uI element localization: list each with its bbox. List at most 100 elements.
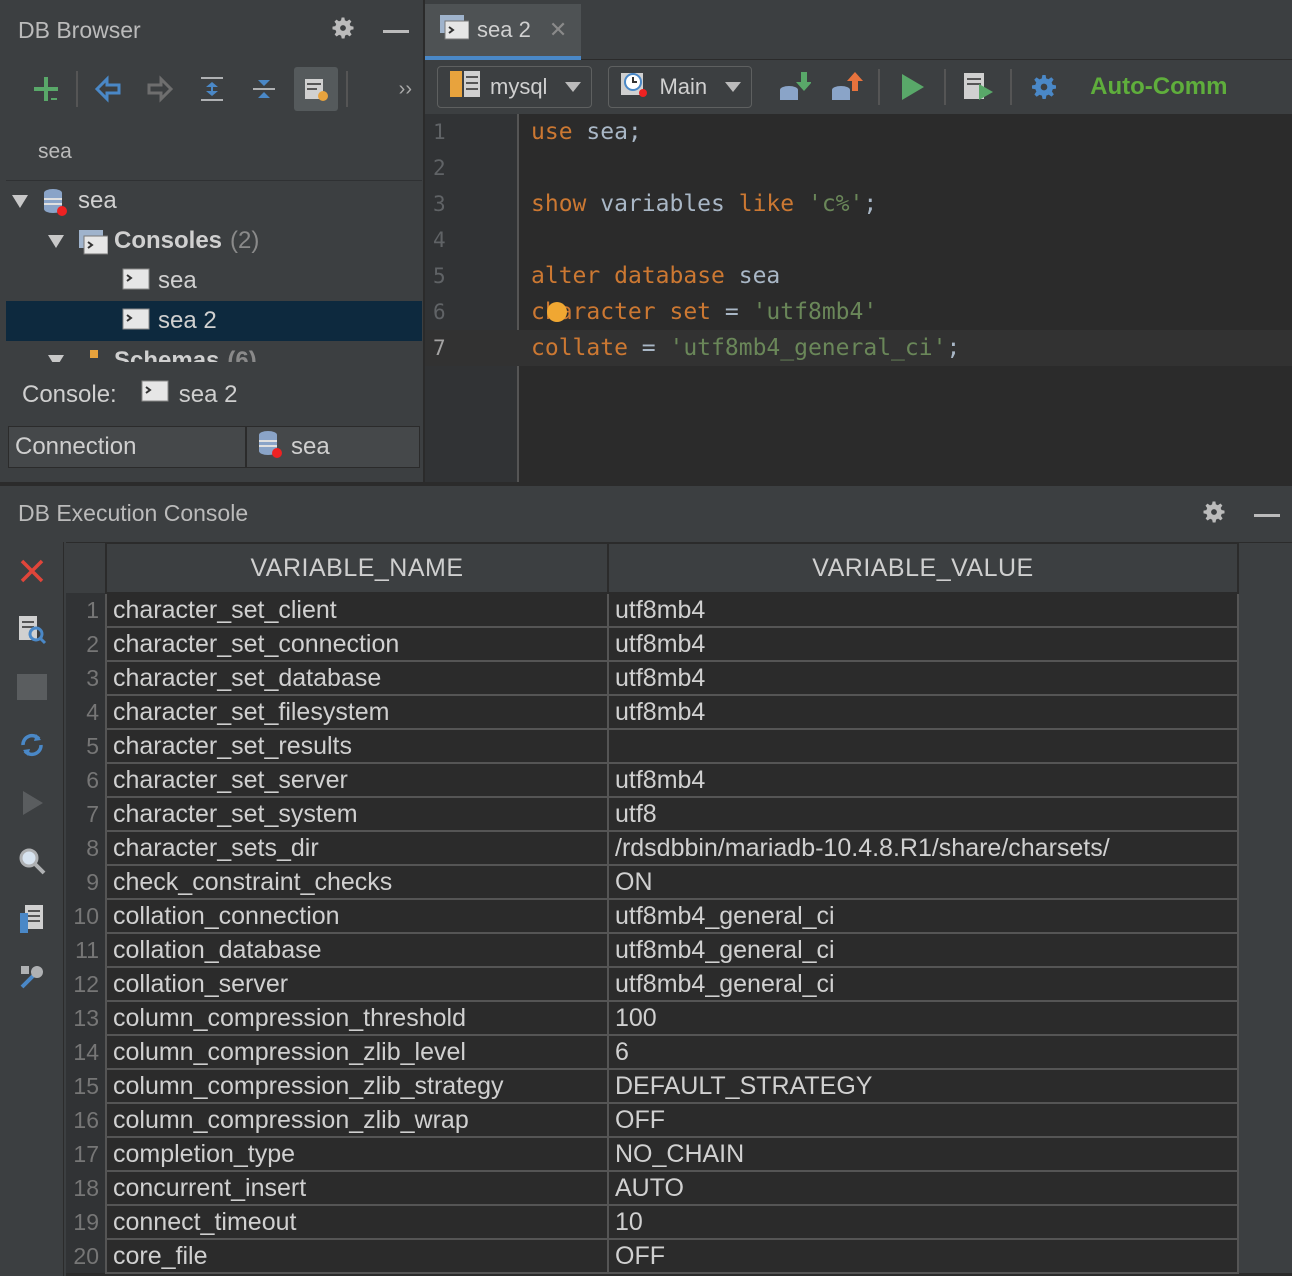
cell-variable-name[interactable]: column_compression_zlib_level	[105, 1034, 609, 1070]
cell-variable-value[interactable]: utf8mb4	[607, 762, 1239, 798]
cell-variable-name[interactable]: collation_server	[105, 966, 609, 1002]
add-connection-button[interactable]	[20, 67, 72, 111]
cell-variable-name[interactable]: character_set_filesystem	[105, 694, 609, 730]
code-line[interactable]: 2	[425, 150, 1292, 186]
cell-variable-value[interactable]: NO_CHAIN	[607, 1136, 1239, 1172]
table-row[interactable]: 4 character_set_filesystem utf8mb4	[66, 694, 1292, 730]
table-row[interactable]: 8 character_sets_dir/rdsdbbin/mariadb-10.…	[66, 830, 1292, 866]
intention-bulb-icon[interactable]	[547, 302, 567, 322]
code-lines[interactable]: 1 use sea; 2 3 show variables like 'c%'; 4 5 al…	[425, 114, 1292, 366]
stop-button[interactable]	[0, 658, 64, 716]
table-row[interactable]: 5 character_set_results	[66, 728, 1292, 764]
table-row[interactable]: 19 connect_timeout 10	[66, 1204, 1292, 1240]
cell-variable-value[interactable]: utf8mb4	[607, 626, 1239, 662]
cell-variable-name[interactable]: core_file	[105, 1238, 609, 1274]
cell-variable-value[interactable]: utf8mb4	[607, 592, 1239, 628]
cell-variable-name[interactable]: column_compression_threshold	[105, 1000, 609, 1036]
cell-variable-value[interactable]: OFF	[607, 1238, 1239, 1274]
cell-variable-value[interactable]: utf8mb4_general_ci	[607, 966, 1239, 1002]
cell-variable-name[interactable]: connect_timeout	[105, 1204, 609, 1240]
code-line[interactable]: 7 collate = 'utf8mb4_general_ci';	[425, 330, 1292, 366]
expand-triangle-icon[interactable]	[48, 354, 64, 362]
cell-variable-value[interactable]: utf8mb4	[607, 694, 1239, 730]
expand-triangle-icon[interactable]	[12, 194, 28, 208]
cell-variable-name[interactable]: character_set_connection	[105, 626, 609, 662]
table-row[interactable]: 12 collation_server utf8mb4_general_ci	[66, 966, 1292, 1002]
cell-variable-name[interactable]: check_constraint_checks	[105, 864, 609, 900]
tree-item-schemas[interactable]: Schemas (6)	[6, 341, 422, 362]
code-line[interactable]: 6 character set = 'utf8mb4'	[425, 294, 1292, 330]
table-row[interactable]: 10 collation_connection utf8mb4_general_ci	[66, 898, 1292, 934]
tree-item-connection[interactable]: sea	[6, 181, 422, 221]
code-line[interactable]: 3 show variables like 'c%';	[425, 186, 1292, 222]
connection-selector[interactable]: mysql	[437, 66, 593, 108]
collapse-all-button[interactable]	[238, 67, 290, 111]
cell-variable-value[interactable]: OFF	[607, 1102, 1239, 1138]
table-row[interactable]: 15 column_compression_zlib_strategy DEFAUL…	[66, 1068, 1292, 1104]
execute-statement-button[interactable]	[886, 65, 938, 109]
table-row[interactable]: 9 check_constraint_checks ON	[66, 864, 1292, 900]
cell-variable-name[interactable]: character_set_system	[105, 796, 609, 832]
table-row[interactable]: 11 collation_database utf8mb4_general_ci	[66, 932, 1292, 968]
navigate-back-button[interactable]	[82, 67, 134, 111]
table-row[interactable]: 20 core_file OFF	[66, 1238, 1292, 1274]
cell-variable-value[interactable]: utf8mb4_general_ci	[607, 932, 1239, 968]
code-line[interactable]: 5 alter database sea	[425, 258, 1292, 294]
editor-settings-button[interactable]	[1018, 65, 1070, 109]
cell-variable-value[interactable]: /rdsdbbin/mariadb-10.4.8.R1/share/charse…	[607, 830, 1239, 866]
minimize-icon[interactable]	[383, 29, 409, 33]
show-object-properties-button[interactable]	[294, 67, 338, 111]
table-row[interactable]: 13 column_compression_threshold 100	[66, 1000, 1292, 1036]
cell-variable-name[interactable]: column_compression_zlib_strategy	[105, 1068, 609, 1104]
cell-variable-name[interactable]: character_sets_dir	[105, 830, 609, 866]
tree-item-consoles[interactable]: Consoles (2)	[6, 221, 422, 261]
cell-variable-value[interactable]: 10	[607, 1204, 1239, 1240]
table-row[interactable]: 1 character_set_client utf8mb4	[66, 592, 1292, 628]
expand-triangle-icon[interactable]	[48, 234, 64, 248]
cell-variable-value[interactable]: DEFAULT_STRATEGY	[607, 1068, 1239, 1104]
cell-variable-value[interactable]	[607, 728, 1239, 764]
view-record-button[interactable]	[0, 600, 64, 658]
run-again-button[interactable]	[0, 774, 64, 832]
minimize-icon[interactable]	[1254, 513, 1280, 517]
auto-commit-toggle[interactable]: Auto-Comm	[1090, 73, 1227, 101]
cell-variable-name[interactable]: character_set_results	[105, 728, 609, 764]
expand-all-button[interactable]	[186, 67, 238, 111]
cell-variable-value[interactable]: utf8	[607, 796, 1239, 832]
table-row[interactable]: 3 character_set_database utf8mb4	[66, 660, 1292, 696]
table-row[interactable]: 17 completion_type NO_CHAIN	[66, 1136, 1292, 1172]
close-result-button[interactable]	[0, 542, 64, 600]
settings-gear-icon[interactable]	[1200, 498, 1228, 532]
find-in-results-button[interactable]	[0, 832, 64, 890]
code-line[interactable]: 1 use sea;	[425, 114, 1292, 150]
cell-variable-value[interactable]: 6	[607, 1034, 1239, 1070]
editor-tab[interactable]: sea 2 ✕	[425, 4, 581, 60]
export-results-button[interactable]	[0, 890, 64, 948]
code-editor[interactable]: 1 use sea; 2 3 show variables like 'c%'; 4 5 al…	[425, 114, 1292, 482]
cell-variable-name[interactable]: concurrent_insert	[105, 1170, 609, 1206]
column-header-variable-value[interactable]: VARIABLE_VALUE	[607, 542, 1239, 594]
rollback-button[interactable]	[820, 65, 872, 109]
cell-variable-value[interactable]: 100	[607, 1000, 1239, 1036]
commit-button[interactable]	[768, 65, 820, 109]
cell-variable-value[interactable]: utf8mb4	[607, 660, 1239, 696]
table-row[interactable]: 7 character_set_system utf8	[66, 796, 1292, 832]
settings-gear-icon[interactable]	[329, 14, 357, 48]
close-tab-icon[interactable]: ✕	[549, 17, 567, 43]
property-value-cell[interactable]: sea	[247, 427, 419, 467]
cell-variable-name[interactable]: collation_connection	[105, 898, 609, 934]
cell-variable-name[interactable]: collation_database	[105, 932, 609, 968]
table-row[interactable]: 16 column_compression_zlib_wrap OFF	[66, 1102, 1292, 1138]
table-row[interactable]: 14 column_compression_zlib_level 6	[66, 1034, 1292, 1070]
column-header-variable-name[interactable]: VARIABLE_NAME	[105, 542, 609, 594]
session-selector[interactable]: Main	[608, 66, 753, 108]
navigate-forward-button[interactable]	[134, 67, 186, 111]
cell-variable-name[interactable]: completion_type	[105, 1136, 609, 1172]
table-row[interactable]: 18 concurrent_insert AUTO	[66, 1170, 1292, 1206]
cell-variable-name[interactable]: character_set_database	[105, 660, 609, 696]
reload-button[interactable]	[0, 716, 64, 774]
execute-script-button[interactable]	[952, 65, 1004, 109]
result-grid[interactable]: VARIABLE_NAME VARIABLE_VALUE 1 character_…	[66, 542, 1292, 1276]
cell-variable-name[interactable]: column_compression_zlib_wrap	[105, 1102, 609, 1138]
cell-variable-value[interactable]: utf8mb4_general_ci	[607, 898, 1239, 934]
